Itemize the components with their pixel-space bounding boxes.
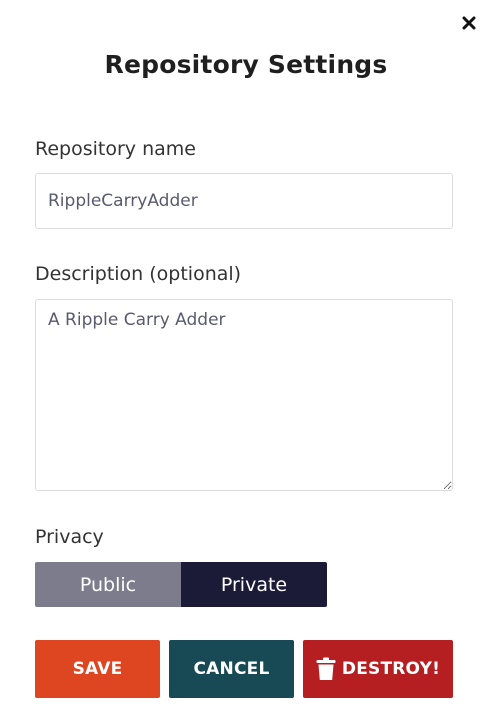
privacy-option-private[interactable]: Private <box>181 562 327 607</box>
privacy-label: Privacy <box>35 526 104 548</box>
close-button[interactable] <box>458 12 480 34</box>
privacy-toggle: Public Private <box>35 562 327 607</box>
repository-name-input[interactable] <box>35 173 453 229</box>
trash-icon <box>316 657 336 681</box>
description-textarea[interactable]: A Ripple Carry Adder <box>35 299 453 491</box>
dialog-title: Repository Settings <box>104 50 388 79</box>
repository-settings-dialog: Repository Settings Repository name Desc… <box>0 0 492 714</box>
save-button[interactable]: SAVE <box>35 640 160 698</box>
privacy-option-public[interactable]: Public <box>35 562 181 607</box>
destroy-button-label: DESTROY! <box>341 659 441 679</box>
destroy-button[interactable]: DESTROY! <box>303 640 453 698</box>
repository-name-label: Repository name <box>35 138 196 160</box>
cancel-button[interactable]: CANCEL <box>169 640 294 698</box>
close-icon <box>462 16 476 30</box>
description-label: Description (optional) <box>35 263 242 285</box>
save-button-label: SAVE <box>72 659 123 679</box>
cancel-button-label: CANCEL <box>193 659 270 679</box>
